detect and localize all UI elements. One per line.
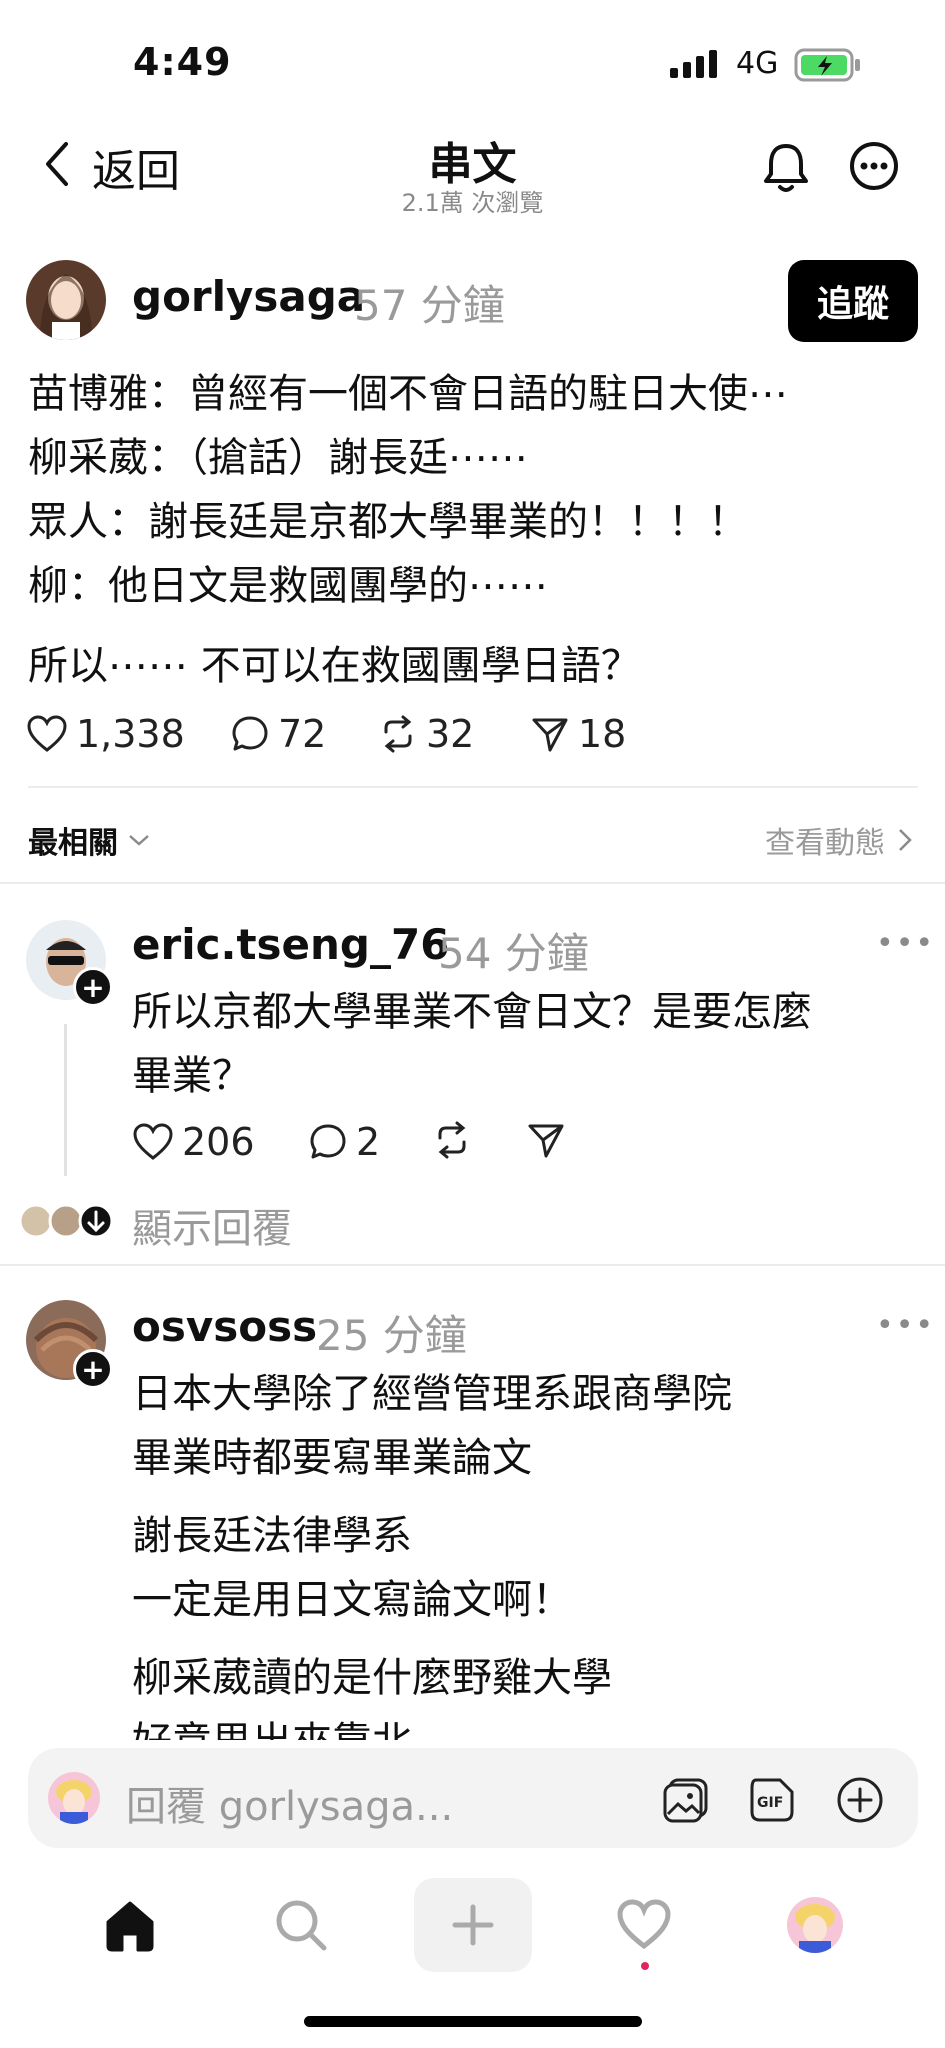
- like-button[interactable]: 1,338: [26, 712, 185, 756]
- share-button[interactable]: [526, 1120, 574, 1160]
- svg-text:GIF: GIF: [757, 1795, 783, 1811]
- author-avatar[interactable]: [26, 260, 106, 340]
- battery-icon: [794, 48, 862, 86]
- comment-more-icon[interactable]: •••: [876, 1308, 935, 1343]
- post-line: 所以⋯⋯ 不可以在救國團學日語？: [28, 643, 641, 689]
- reply-avatars: [18, 1202, 118, 1244]
- comment-line: 日本大學除了經營管理系跟商學院: [132, 1371, 732, 1417]
- bell-icon[interactable]: [760, 140, 812, 200]
- home-icon: [106, 1901, 154, 1952]
- like-count: 1,338: [76, 712, 185, 756]
- comment-bubble-icon: [310, 1124, 346, 1159]
- comment-bubble-icon: [232, 716, 268, 751]
- repost-button[interactable]: 32: [378, 712, 474, 756]
- post-line: 苗博雅：曾經有一個不會日語的駐日大使⋯: [28, 371, 788, 417]
- commenter-username[interactable]: osvsoss: [132, 1302, 317, 1351]
- signal-icon: [670, 50, 722, 82]
- post-line: 柳采葳：（搶話）謝長廷⋯⋯: [28, 435, 528, 481]
- like-count: 206: [182, 1120, 255, 1164]
- follow-plus-icon[interactable]: +: [73, 1349, 113, 1389]
- chevron-down-icon: [129, 835, 149, 846]
- comment-button[interactable]: 72: [230, 712, 326, 756]
- heart-icon: [133, 1123, 173, 1160]
- comment-timestamp: 25 分鐘: [316, 1311, 467, 1360]
- comment-line: 一定是用日文寫論文啊！: [132, 1577, 572, 1623]
- post-timestamp: 57 分鐘: [354, 281, 505, 330]
- share-count: 18: [578, 712, 627, 756]
- network-label: 4G: [736, 46, 779, 81]
- reply-count: 2: [356, 1120, 381, 1164]
- more-options-icon[interactable]: [848, 140, 900, 196]
- post-line: 柳：他日文是救國團學的⋯⋯: [28, 563, 548, 609]
- repost-icon: [384, 715, 412, 753]
- like-button[interactable]: 206: [132, 1120, 255, 1164]
- send-icon: [532, 718, 568, 752]
- heart-icon: [617, 1899, 671, 1950]
- commenter-username[interactable]: eric.tseng_76: [132, 920, 449, 969]
- nav-home[interactable]: [75, 1880, 185, 1970]
- comment-line: 所以京都大學畢業不會日文？是要怎麼: [132, 989, 812, 1035]
- sort-dropdown[interactable]: 最相關: [28, 818, 152, 862]
- comment-line: 畢業？: [132, 1053, 252, 1099]
- my-avatar: [48, 1772, 100, 1824]
- sort-label: 最相關: [28, 826, 118, 861]
- nav-profile[interactable]: [760, 1880, 870, 1970]
- search-icon: [276, 1900, 327, 1951]
- notification-dot: [641, 1962, 649, 1970]
- nav-activity[interactable]: [589, 1880, 699, 1970]
- heart-icon: [27, 715, 67, 752]
- profile-avatar: [787, 1897, 843, 1953]
- gif-icon[interactable]: GIF: [748, 1776, 796, 1828]
- post-line: 眾人：謝長廷是京都大學畢業的！！！！: [28, 499, 748, 545]
- divider: [28, 786, 918, 788]
- send-icon: [528, 1124, 564, 1158]
- add-attachment-icon[interactable]: [836, 1776, 884, 1828]
- comment-button[interactable]: 2: [308, 1120, 380, 1164]
- show-replies-link[interactable]: 顯示回覆: [132, 1196, 292, 1254]
- repost-count: 32: [426, 712, 475, 756]
- view-activity-link[interactable]: 查看動態: [765, 818, 915, 862]
- comment-timestamp: 54 分鐘: [438, 929, 589, 978]
- comment-line: 謝長廷法律學系: [132, 1513, 412, 1559]
- repost-button[interactable]: [432, 1120, 480, 1160]
- divider: [0, 882, 945, 884]
- comment-line: 柳采葳讀的是什麼野雞大學: [132, 1655, 612, 1701]
- author-username[interactable]: gorlysaga: [132, 272, 365, 321]
- share-button[interactable]: 18: [530, 712, 626, 756]
- repost-icon: [438, 1121, 466, 1159]
- reply-input[interactable]: 回覆 gorlysaga...: [126, 1774, 453, 1832]
- comment-line: 畢業時都要寫畢業論文: [132, 1435, 532, 1481]
- comment-more-icon[interactable]: •••: [876, 926, 935, 961]
- nav-create[interactable]: [414, 1878, 532, 1972]
- comment-count: 72: [278, 712, 327, 756]
- home-indicator: [304, 2016, 642, 2027]
- image-picker-icon[interactable]: [662, 1776, 710, 1828]
- nav-search[interactable]: [246, 1880, 356, 1970]
- plus-icon: [452, 1904, 494, 1946]
- thread-line: [64, 1024, 67, 1176]
- follow-button[interactable]: 追蹤: [788, 260, 918, 342]
- divider: [0, 1264, 945, 1266]
- chevron-right-icon: [899, 829, 912, 851]
- follow-plus-icon[interactable]: +: [73, 967, 113, 1007]
- view-activity-label: 查看動態: [765, 826, 885, 861]
- status-time: 4:49: [133, 40, 232, 84]
